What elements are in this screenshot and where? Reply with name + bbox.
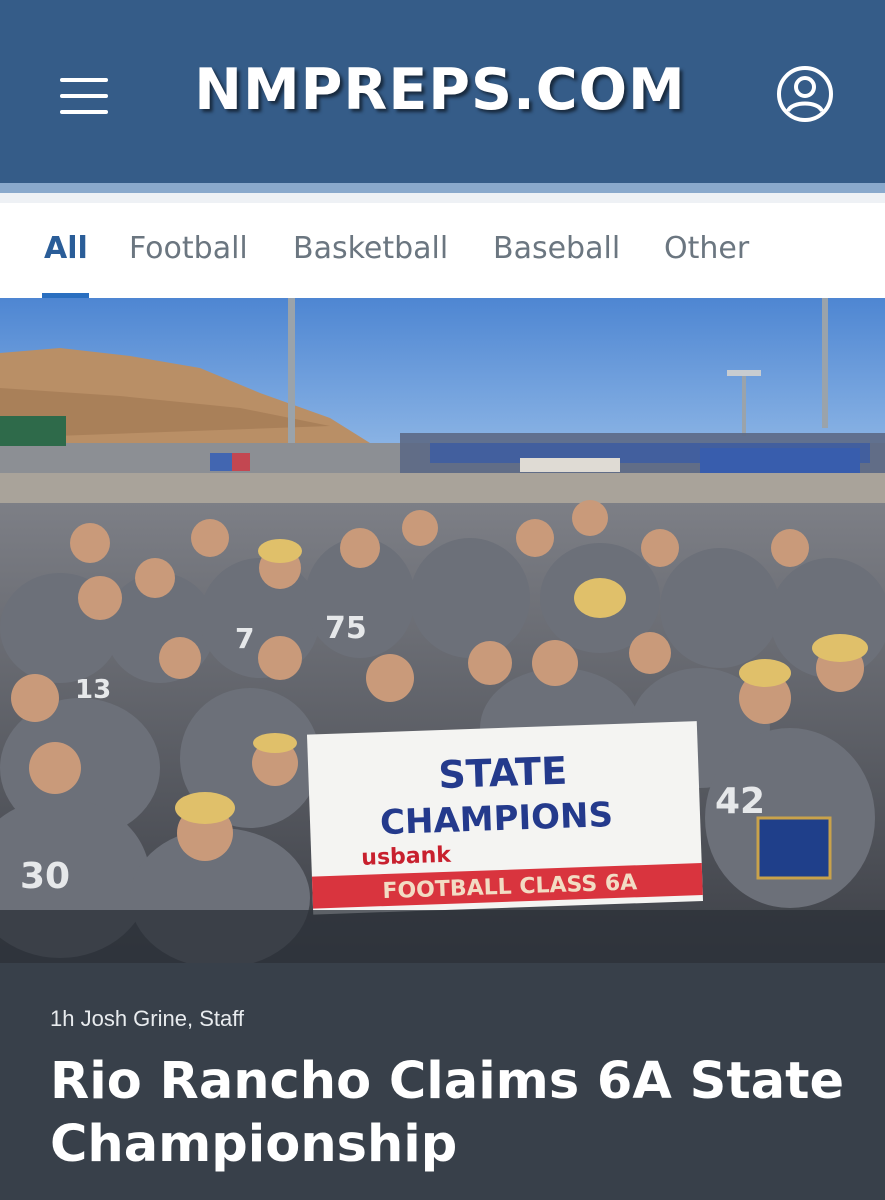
jersey-number-42: 42 bbox=[715, 781, 765, 822]
tab-baseball[interactable]: Baseball bbox=[493, 227, 620, 271]
header-divider bbox=[0, 183, 885, 193]
jersey-number-13: 13 bbox=[75, 675, 111, 705]
user-circle-icon[interactable] bbox=[775, 64, 835, 124]
header-gap bbox=[0, 193, 885, 203]
jersey-number-75: 75 bbox=[325, 611, 367, 646]
jersey-number-30: 30 bbox=[20, 856, 70, 897]
banner-sponsor: usbank bbox=[361, 843, 453, 871]
banner-state: STATE bbox=[438, 749, 568, 797]
article-hero-image[interactable]: 75 30 42 13 7 STATE CHAMPIONS usbank FOO… bbox=[0, 298, 885, 963]
site-header: NMPREPS.COM bbox=[0, 0, 885, 183]
jersey-number-7: 7 bbox=[235, 622, 254, 655]
article-meta: 1h Josh Grine, Staff bbox=[50, 1006, 245, 1031]
category-tabs: All Football Basketball Baseball Other bbox=[0, 203, 885, 298]
tab-all[interactable]: All bbox=[44, 227, 88, 271]
banner-champions: CHAMPIONS bbox=[379, 795, 613, 843]
site-logo[interactable]: NMPREPS.COM bbox=[180, 55, 700, 125]
tab-other[interactable]: Other bbox=[664, 227, 749, 271]
tab-basketball[interactable]: Basketball bbox=[293, 227, 448, 271]
tab-football[interactable]: Football bbox=[129, 227, 248, 271]
article-headline[interactable]: Rio Rancho Claims 6A State Championship bbox=[50, 1050, 850, 1176]
hamburger-menu-icon[interactable] bbox=[56, 72, 114, 120]
